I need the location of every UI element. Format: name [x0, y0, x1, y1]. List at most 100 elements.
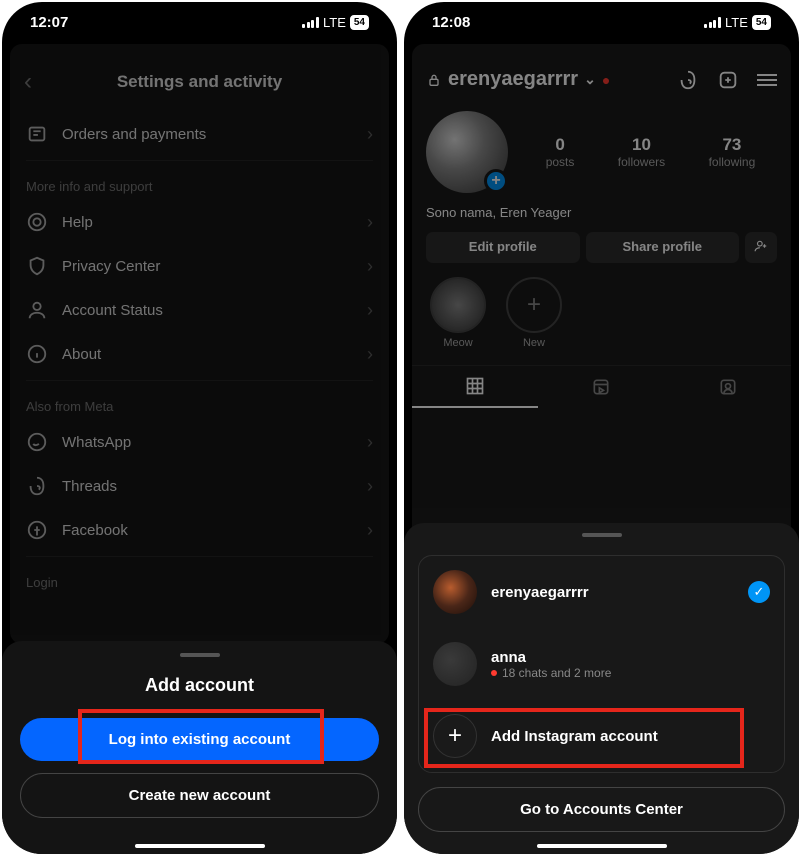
tab-tagged[interactable]: [665, 366, 791, 408]
chevron-right-icon: ›: [367, 212, 373, 233]
highlight-meow[interactable]: Meow: [430, 277, 486, 349]
lock-icon: [426, 72, 442, 88]
add-instagram-account-row[interactable]: + Add Instagram account: [419, 700, 784, 772]
shield-icon: [26, 255, 48, 277]
row-about[interactable]: About ›: [10, 332, 389, 376]
facebook-icon: [26, 519, 48, 541]
profile-tabs: [412, 365, 791, 408]
sheet-grabber[interactable]: [582, 533, 622, 537]
avatar: [433, 570, 477, 614]
avatar: [433, 642, 477, 686]
divider: [26, 556, 373, 557]
battery-icon: 54: [752, 15, 771, 30]
username-label: erenyaegarrrr: [448, 68, 578, 91]
row-facebook[interactable]: Facebook ›: [10, 508, 389, 552]
page-title: Settings and activity: [10, 72, 389, 92]
sheet-grabber[interactable]: [180, 653, 220, 657]
plus-icon: +: [433, 714, 477, 758]
account-switcher-sheet: erenyaegarrrr ✓ anna 18 chats and 2 more…: [404, 523, 799, 854]
settings-header: ‹ Settings and activity: [10, 58, 389, 112]
account-name: anna: [491, 649, 770, 666]
create-account-button[interactable]: Create new account: [20, 773, 379, 818]
menu-icon[interactable]: [757, 74, 777, 86]
edit-profile-button[interactable]: Edit profile: [426, 232, 580, 263]
row-help[interactable]: Help ›: [10, 200, 389, 244]
account-name: erenyaegarrrr: [491, 584, 734, 601]
notification-dot: ●: [602, 72, 610, 88]
home-indicator[interactable]: [537, 844, 667, 848]
phone-left-settings: 12:07 LTE 54 ‹ Settings and activity Ord…: [2, 2, 397, 854]
profile-bio: Sono nama, Eren Yeager: [412, 205, 791, 232]
sheet-title: Add account: [20, 675, 379, 696]
add-account-sheet: Add account Log into existing account Cr…: [2, 641, 397, 854]
profile-action-buttons: Edit profile Share profile: [412, 232, 791, 277]
person-icon: [26, 299, 48, 321]
row-threads[interactable]: Threads ›: [10, 464, 389, 508]
info-icon: [26, 343, 48, 365]
account-row-anna[interactable]: anna 18 chats and 2 more: [419, 628, 784, 700]
signal-icon: [704, 17, 721, 28]
add-story-icon[interactable]: +: [484, 169, 508, 193]
row-orders-payments[interactable]: Orders and payments ›: [10, 112, 389, 156]
discover-people-button[interactable]: [745, 232, 777, 263]
stat-followers[interactable]: 10 followers: [618, 135, 665, 169]
status-bar: 12:08 LTE 54: [404, 2, 799, 37]
profile-avatar[interactable]: +: [426, 111, 508, 193]
row-privacy-center[interactable]: Privacy Center ›: [10, 244, 389, 288]
tagged-icon: [718, 377, 738, 397]
chevron-down-icon: ⌄: [584, 71, 596, 88]
chevron-right-icon: ›: [367, 124, 373, 145]
profile-background: erenyaegarrrr ⌄ ● + 0 posts 10: [412, 44, 791, 544]
accounts-center-button[interactable]: Go to Accounts Center: [418, 787, 785, 832]
divider: [26, 380, 373, 381]
signal-icon: [302, 17, 319, 28]
add-highlight-icon: +: [506, 277, 562, 333]
chevron-right-icon: ›: [367, 432, 373, 453]
status-time: 12:08: [432, 14, 470, 31]
selected-check-icon: ✓: [748, 581, 770, 603]
share-profile-button[interactable]: Share profile: [586, 232, 740, 263]
chevron-right-icon: ›: [367, 256, 373, 277]
status-indicators: LTE 54: [302, 15, 369, 30]
tab-reels[interactable]: [538, 366, 664, 408]
battery-icon: 54: [350, 15, 369, 30]
unread-dot-icon: [491, 670, 497, 676]
divider: [26, 160, 373, 161]
profile-header: erenyaegarrrr ⌄ ●: [412, 58, 791, 107]
stat-posts[interactable]: 0 posts: [546, 135, 575, 169]
help-icon: [26, 211, 48, 233]
chevron-right-icon: ›: [367, 344, 373, 365]
network-label: LTE: [725, 15, 748, 30]
section-also-meta: Also from Meta: [10, 385, 389, 420]
status-indicators: LTE 54: [704, 15, 771, 30]
settings-background: ‹ Settings and activity Orders and payme…: [10, 44, 389, 644]
account-row-current[interactable]: erenyaegarrrr ✓: [419, 556, 784, 628]
chevron-right-icon: ›: [367, 520, 373, 541]
grid-icon: [465, 376, 485, 396]
stat-following[interactable]: 73 following: [709, 135, 756, 169]
story-highlights: Meow + New: [412, 277, 791, 365]
home-indicator[interactable]: [135, 844, 265, 848]
highlight-new[interactable]: + New: [506, 277, 562, 349]
username-dropdown[interactable]: erenyaegarrrr ⌄ ●: [426, 68, 667, 91]
chevron-right-icon: ›: [367, 300, 373, 321]
status-time: 12:07: [30, 14, 68, 31]
row-whatsapp[interactable]: WhatsApp ›: [10, 420, 389, 464]
header-actions: [677, 69, 777, 91]
status-bar: 12:07 LTE 54: [2, 2, 397, 37]
login-existing-button[interactable]: Log into existing account: [20, 718, 379, 761]
tab-grid[interactable]: [412, 366, 538, 408]
create-icon[interactable]: [717, 69, 739, 91]
stats: 0 posts 10 followers 73 following: [524, 135, 777, 169]
chevron-right-icon: ›: [367, 476, 373, 497]
highlight-thumbnail: [430, 277, 486, 333]
threads-icon[interactable]: [677, 69, 699, 91]
row-account-status[interactable]: Account Status ›: [10, 288, 389, 332]
account-list: erenyaegarrrr ✓ anna 18 chats and 2 more…: [418, 555, 785, 773]
network-label: LTE: [323, 15, 346, 30]
threads-icon: [26, 475, 48, 497]
reels-icon: [591, 377, 611, 397]
phone-right-profile: 12:08 LTE 54 erenyaegarrrr ⌄ ● +: [404, 2, 799, 854]
section-login: Login: [10, 561, 389, 604]
add-person-icon: [754, 239, 768, 253]
